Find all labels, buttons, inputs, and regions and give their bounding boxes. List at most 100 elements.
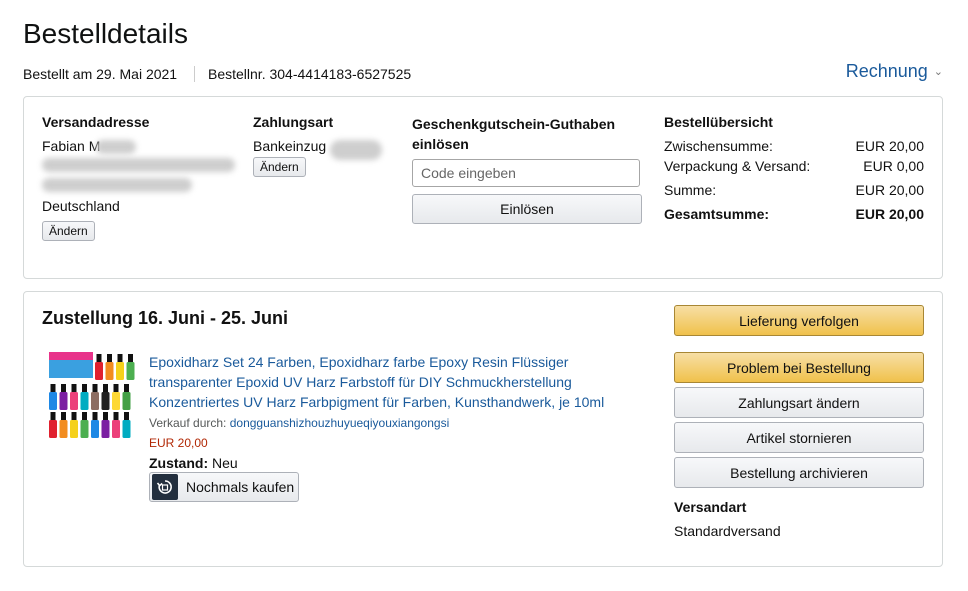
bottle-body bbox=[112, 392, 120, 410]
summary-row-total: Gesamtsumme: EUR 20,00 bbox=[664, 206, 924, 222]
track-package-button[interactable]: Lieferung verfolgen bbox=[674, 305, 924, 336]
change-payment-small-button[interactable]: Ändern bbox=[253, 157, 306, 177]
bottle-body bbox=[105, 362, 114, 380]
buy-again-icon bbox=[152, 474, 178, 500]
chevron-down-icon: ⌄ bbox=[933, 66, 943, 78]
bottle-body bbox=[116, 362, 124, 380]
bottle-body bbox=[112, 420, 120, 438]
summary-value: EUR 20,00 bbox=[855, 206, 924, 222]
buy-again-button[interactable]: Nochmals kaufen bbox=[149, 472, 299, 502]
bottle-cap bbox=[103, 412, 108, 420]
order-problem-button[interactable]: Problem bei Bestellung bbox=[674, 352, 924, 383]
bottle-cap bbox=[107, 354, 112, 362]
change-payment-label: Zahlungsart ändern bbox=[738, 394, 860, 411]
bottle-cap bbox=[61, 412, 66, 420]
redeem-button[interactable]: Einlösen bbox=[412, 194, 642, 224]
address-name: Fabian M bbox=[42, 138, 101, 154]
bottle-body bbox=[80, 420, 89, 438]
order-summary-header: Bestellübersicht bbox=[664, 114, 773, 130]
bottle-body bbox=[101, 420, 110, 438]
summary-row-subtotal: Zwischensumme: EUR 20,00 bbox=[664, 138, 924, 154]
bottle-cap bbox=[71, 384, 77, 392]
bottle-body bbox=[80, 392, 89, 410]
bottle-cap bbox=[113, 412, 119, 420]
bottle-cap bbox=[117, 354, 123, 362]
product-price: EUR 20,00 bbox=[149, 436, 208, 450]
invoice-label: Rechnung bbox=[845, 61, 928, 81]
invoice-dropdown[interactable]: Rechnung ⌄ bbox=[846, 61, 943, 82]
bottle-body bbox=[95, 362, 103, 380]
bottle-cap bbox=[82, 384, 87, 392]
bottle-cap bbox=[92, 412, 98, 420]
product-title-link[interactable]: Epoxidharz Set 24 Farben, Epoxidharz far… bbox=[149, 352, 629, 412]
redacted-name bbox=[96, 140, 136, 154]
address-country: Deutschland bbox=[42, 198, 120, 214]
shipping-address-header: Versandadresse bbox=[42, 114, 150, 130]
condition-value: Neu bbox=[212, 455, 238, 471]
condition-label: Zustand: bbox=[149, 455, 209, 471]
shipping-method-header: Versandart bbox=[674, 499, 747, 515]
product-image[interactable] bbox=[47, 350, 137, 442]
bottle-body bbox=[59, 392, 68, 410]
shipping-method-value: Standardversand bbox=[674, 523, 781, 539]
redacted-city bbox=[42, 178, 192, 192]
seller-link[interactable]: dongguanshizhouzhuyueqiyouxiangongsi bbox=[230, 416, 450, 430]
track-label: Lieferung verfolgen bbox=[739, 312, 859, 329]
gift-code-input[interactable] bbox=[412, 159, 640, 187]
meta-divider bbox=[194, 66, 195, 82]
order-number: Bestellnr. 304-4414183-6527525 bbox=[208, 66, 412, 82]
cancel-items-button[interactable]: Artikel stornieren bbox=[674, 422, 924, 453]
archive-order-button[interactable]: Bestellung archivieren bbox=[674, 457, 924, 488]
bottle-cap bbox=[103, 384, 108, 392]
bottle-cap bbox=[61, 384, 66, 392]
bottle-cap bbox=[124, 384, 129, 392]
redeem-label: Einlösen bbox=[500, 201, 554, 217]
summary-row-shipping: Verpackung & Versand: EUR 0,00 bbox=[664, 158, 924, 174]
bottle-cap bbox=[124, 412, 129, 420]
summary-label: Summe: bbox=[664, 182, 717, 198]
bottle-cap bbox=[113, 384, 119, 392]
cancel-items-label: Artikel stornieren bbox=[746, 429, 852, 446]
bottle-cap bbox=[82, 412, 87, 420]
bottle-body bbox=[70, 420, 78, 438]
problem-label: Problem bei Bestellung bbox=[727, 359, 871, 376]
payment-method: Bankeinzug bbox=[253, 138, 327, 154]
bottle-body bbox=[59, 420, 68, 438]
summary-value: EUR 20,00 bbox=[855, 182, 924, 198]
bottle-body bbox=[91, 392, 99, 410]
delivery-window: Zustellung 16. Juni - 25. Juni bbox=[42, 308, 289, 328]
bottle-cap bbox=[50, 412, 56, 420]
bottle-body bbox=[122, 420, 131, 438]
bottle-cap bbox=[128, 354, 133, 362]
bottle-body bbox=[49, 420, 57, 438]
sold-by-label: Verkauf durch: bbox=[149, 416, 227, 430]
condition: Zustand: Neu bbox=[149, 455, 238, 471]
payment-header: Zahlungsart bbox=[253, 114, 334, 130]
bottle-body bbox=[101, 392, 110, 410]
seller-line: Verkauf durch: dongguanshizhouzhuyueqiyo… bbox=[149, 416, 449, 430]
bottle-cap bbox=[71, 412, 77, 420]
bottle-body bbox=[122, 392, 131, 410]
summary-value: EUR 0,00 bbox=[863, 158, 924, 174]
bottle-body bbox=[70, 392, 78, 410]
bottle-cap bbox=[92, 384, 98, 392]
bottle-cap bbox=[50, 384, 56, 392]
bottle-body bbox=[126, 362, 135, 380]
bottle-cap bbox=[96, 354, 102, 362]
redacted-account bbox=[330, 140, 382, 160]
bottle-body bbox=[91, 420, 99, 438]
order-date: Bestellt am 29. Mai 2021 bbox=[23, 66, 178, 82]
change-address-button[interactable]: Ändern bbox=[42, 221, 95, 241]
summary-label: Verpackung & Versand: bbox=[664, 158, 811, 174]
archive-label: Bestellung archivieren bbox=[730, 464, 868, 481]
summary-label: Gesamtsumme: bbox=[664, 206, 770, 222]
summary-label: Zwischensumme: bbox=[664, 138, 773, 154]
change-payment-button[interactable]: Zahlungsart ändern bbox=[674, 387, 924, 418]
gift-card-header: Geschenkgutschein-Guthaben einlösen bbox=[412, 116, 616, 152]
page-title: Bestelldetails bbox=[23, 18, 188, 49]
redacted-street bbox=[42, 158, 235, 172]
summary-row-sum: Summe: EUR 20,00 bbox=[664, 182, 924, 198]
buy-again-label: Nochmals kaufen bbox=[186, 479, 295, 495]
bottle-body bbox=[49, 392, 57, 410]
summary-value: EUR 20,00 bbox=[855, 138, 924, 154]
